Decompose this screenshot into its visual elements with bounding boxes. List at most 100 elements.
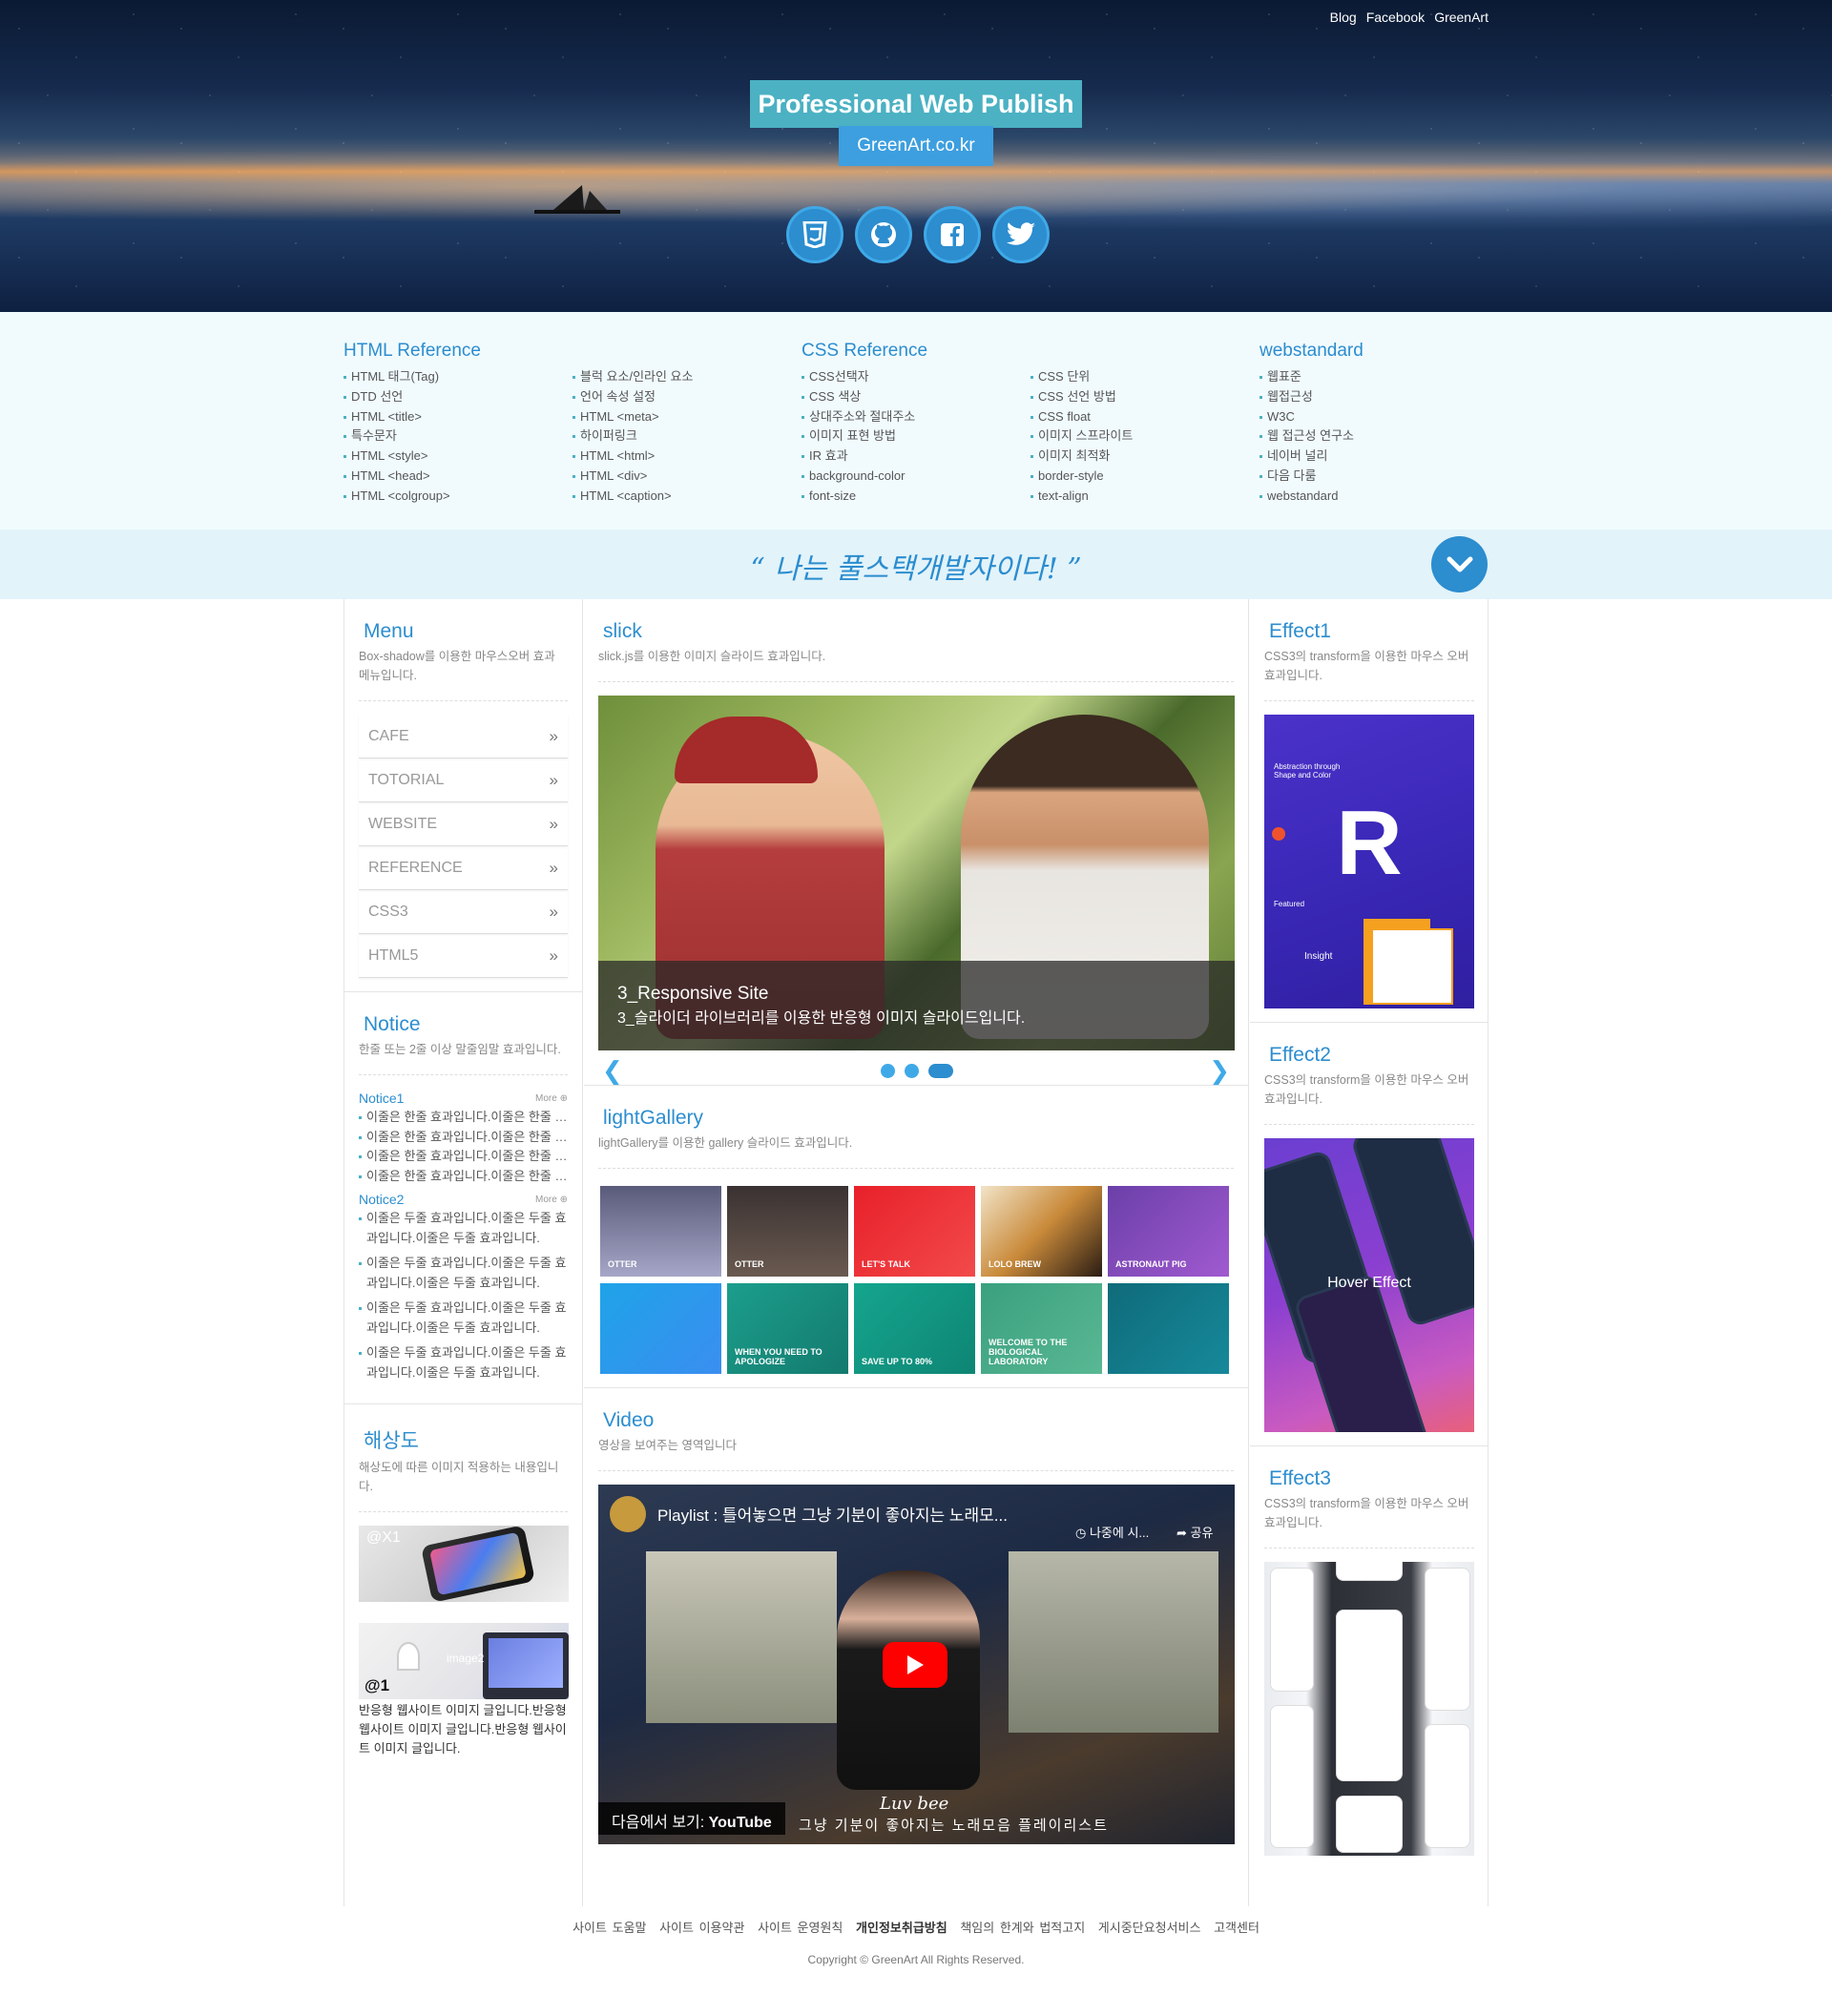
- reference-link[interactable]: 언어 속성 설정: [572, 387, 802, 407]
- reference-link[interactable]: background-color: [802, 467, 1030, 487]
- resolution-section: 해상도 해상도에 따른 이미지 적용하는 내용입니다. @X1 image2 @…: [344, 1404, 582, 1758]
- notice-item[interactable]: 이줄은 두줄 효과입니다.이줄은 두줄 효과입니다.이줄은 두줄 효과입니다.: [359, 1299, 568, 1338]
- video-bottom-text: 그냥 기분이 좋아지는 노래모음 플레이리스트: [799, 1818, 1109, 1834]
- reference-link[interactable]: 이미지 표현 방법: [802, 426, 1030, 447]
- reference-link[interactable]: 웹 접근성 연구소: [1260, 426, 1488, 447]
- html-reference-col2: 블럭 요소/인라인 요소 언어 속성 설정 HTML <meta> 하이퍼링크 …: [572, 341, 802, 507]
- play-button[interactable]: [883, 1642, 947, 1688]
- gallery-thumb[interactable]: [600, 1283, 721, 1374]
- watch-later-button[interactable]: ◷ 나중에 시...: [1075, 1523, 1149, 1541]
- footer-link[interactable]: 사이트 이용약관: [659, 1921, 744, 1935]
- reference-link[interactable]: 이미지 최적화: [1030, 447, 1260, 467]
- facebook-link[interactable]: Facebook: [1366, 10, 1425, 25]
- reference-link[interactable]: 상대주소와 절대주소: [802, 407, 1030, 427]
- notice-item[interactable]: 이줄은 한줄 효과입니다.이줄은 한줄 효과입니다.: [359, 1128, 568, 1148]
- gallery-thumb[interactable]: WHEN YOU NEED TO APOLOGIZE: [727, 1283, 848, 1374]
- reference-link[interactable]: W3C: [1260, 407, 1488, 427]
- menu-item[interactable]: HTML5»: [359, 934, 568, 978]
- footer-link[interactable]: 사이트 도움말: [572, 1921, 646, 1935]
- footer-link[interactable]: 게시중단요청서비스: [1098, 1921, 1201, 1935]
- notice-item[interactable]: 이줄은 두줄 효과입니다.이줄은 두줄 효과입니다.이줄은 두줄 효과입니다.: [359, 1343, 568, 1382]
- reference-link[interactable]: 다음 다룸: [1260, 467, 1488, 487]
- site-subtitle[interactable]: GreenArt.co.kr: [839, 126, 993, 166]
- chevron-left-icon[interactable]: ❮: [602, 1056, 623, 1086]
- notice-desc: 한줄 또는 2줄 이상 말줄임말 효과입니다.: [359, 1040, 568, 1075]
- reference-link[interactable]: HTML <colgroup>: [344, 487, 572, 507]
- footer-link[interactable]: 책임의 한계와 법적고지: [960, 1921, 1085, 1935]
- reference-link[interactable]: HTML <head>: [344, 467, 572, 487]
- gallery-thumb[interactable]: SAVE UP TO 80%: [854, 1283, 975, 1374]
- greenart-link[interactable]: GreenArt: [1434, 10, 1488, 25]
- reference-link[interactable]: CSS 단위: [1030, 367, 1260, 387]
- image-slider[interactable]: 3_Responsive Site 3_슬라이더 라이브러리를 이용한 반응형 …: [598, 696, 1235, 1050]
- reference-link[interactable]: HTML <div>: [572, 467, 802, 487]
- slider-dot[interactable]: [905, 1064, 919, 1078]
- share-button[interactable]: ➦ 공유: [1176, 1523, 1213, 1541]
- channel-avatar[interactable]: [610, 1496, 646, 1532]
- reference-link[interactable]: HTML <caption>: [572, 487, 802, 507]
- reference-link[interactable]: 하이퍼링크: [572, 426, 802, 447]
- reference-link[interactable]: CSS float: [1030, 407, 1260, 427]
- notice-item[interactable]: 이줄은 두줄 효과입니다.이줄은 두줄 효과입니다.이줄은 두줄 효과입니다.: [359, 1209, 568, 1248]
- reference-link[interactable]: HTML <title>: [344, 407, 572, 427]
- gallery-thumb[interactable]: LET'S TALK: [854, 1186, 975, 1277]
- reference-link[interactable]: 특수문자: [344, 426, 572, 447]
- reference-link[interactable]: webstandard: [1260, 487, 1488, 507]
- reference-link[interactable]: 웹표준: [1260, 367, 1488, 387]
- reference-link[interactable]: 웹접근성: [1260, 387, 1488, 407]
- effect1-image[interactable]: Abstraction through Shape and Color R Fe…: [1264, 715, 1474, 1008]
- menu-item[interactable]: WEBSITE»: [359, 802, 568, 846]
- reference-link[interactable]: 네이버 널리: [1260, 447, 1488, 467]
- video-player[interactable]: Playlist : 틀어놓으면 그냥 기분이 좋아지는 노래모... ◷ 나중…: [598, 1485, 1235, 1844]
- more-link[interactable]: More ⊕: [535, 1195, 568, 1205]
- gallery-thumb[interactable]: OTTER: [727, 1186, 848, 1277]
- scroll-down-button[interactable]: [1431, 536, 1488, 592]
- footer-link-privacy[interactable]: 개인정보취급방침: [856, 1921, 947, 1935]
- notice-item[interactable]: 이줄은 한줄 효과입니다.이줄은 한줄 효과입니다.: [359, 1108, 568, 1128]
- notice-item[interactable]: 이줄은 한줄 효과입니다.이줄은 한줄 효과입니다.: [359, 1147, 568, 1167]
- gallery-thumb[interactable]: LOLO BREW: [981, 1186, 1102, 1277]
- reference-link[interactable]: font-size: [802, 487, 1030, 507]
- resolution-image-2: image2 @1: [359, 1623, 569, 1699]
- watch-on-youtube[interactable]: 다음에서 보기: YouTube: [598, 1802, 785, 1835]
- menu-item[interactable]: REFERENCE»: [359, 846, 568, 890]
- more-link[interactable]: More ⊕: [535, 1093, 568, 1104]
- gallery-thumb[interactable]: [1108, 1283, 1229, 1374]
- double-chevron-right-icon: »: [549, 946, 558, 965]
- video-heading[interactable]: Playlist : 틀어놓으면 그냥 기분이 좋아지는 노래모...: [657, 1502, 1008, 1526]
- reference-link[interactable]: IR 효과: [802, 447, 1030, 467]
- slider-dot-active[interactable]: [928, 1064, 953, 1078]
- facebook-icon[interactable]: [924, 206, 981, 263]
- effect3-image[interactable]: [1264, 1562, 1474, 1856]
- reference-link[interactable]: HTML <html>: [572, 447, 802, 467]
- footer-link[interactable]: 고객센터: [1214, 1921, 1260, 1935]
- reference-link[interactable]: HTML <meta>: [572, 407, 802, 427]
- gallery-thumb[interactable]: OTTER: [600, 1186, 721, 1277]
- css3-icon[interactable]: [786, 206, 843, 263]
- footer-link[interactable]: 사이트 운영원칙: [758, 1921, 843, 1935]
- notice-item[interactable]: 이줄은 한줄 효과입니다.이줄은 한줄 효과입니다.: [359, 1167, 568, 1187]
- html-reference-col1: HTML Reference HTML 태그(Tag) DTD 선언 HTML …: [344, 341, 572, 507]
- menu-item[interactable]: CAFE»: [359, 715, 568, 759]
- notice-item[interactable]: 이줄은 두줄 효과입니다.이줄은 두줄 효과입니다.이줄은 두줄 효과입니다.: [359, 1254, 568, 1293]
- reference-link[interactable]: text-align: [1030, 487, 1260, 507]
- effect2-image[interactable]: Hover Effect: [1264, 1138, 1474, 1432]
- chevron-right-icon[interactable]: ❯: [1209, 1056, 1230, 1086]
- blog-link[interactable]: Blog: [1330, 10, 1357, 25]
- twitter-icon[interactable]: [992, 206, 1050, 263]
- reference-link[interactable]: DTD 선언: [344, 387, 572, 407]
- menu-item[interactable]: TOTORIAL»: [359, 759, 568, 802]
- reference-link[interactable]: CSS 색상: [802, 387, 1030, 407]
- reference-link[interactable]: 이미지 스프라이트: [1030, 426, 1260, 447]
- reference-link[interactable]: CSS선택자: [802, 367, 1030, 387]
- reference-link[interactable]: border-style: [1030, 467, 1260, 487]
- gallery-thumb[interactable]: WELCOME TO THE BIOLOGICAL LABORATORY: [981, 1283, 1102, 1374]
- reference-link[interactable]: CSS 선언 방법: [1030, 387, 1260, 407]
- gallery-thumb[interactable]: ASTRONAUT PIG: [1108, 1186, 1229, 1277]
- reference-link[interactable]: 블럭 요소/인라인 요소: [572, 367, 802, 387]
- slider-dot[interactable]: [881, 1064, 895, 1078]
- github-icon[interactable]: [855, 206, 912, 263]
- menu-item[interactable]: CSS3»: [359, 890, 568, 934]
- reference-link[interactable]: HTML 태그(Tag): [344, 367, 572, 387]
- reference-link[interactable]: HTML <style>: [344, 447, 572, 467]
